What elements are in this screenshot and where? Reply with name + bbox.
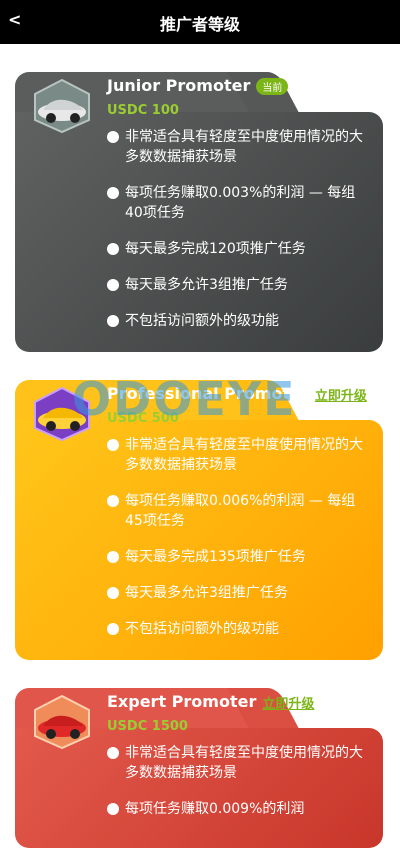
feature-item: 非常适合具有轻度至中度使用情况的大多数数据捕获场景 — [107, 127, 369, 167]
car-badge-icon — [34, 78, 90, 134]
level-card-junior: Junior Promoter 当前 USDC 100 非常适合具有轻度至中度使用… — [15, 72, 383, 352]
current-badge: 当前 — [256, 78, 289, 95]
level-card-professional: Professional Promoter 立即升级 USDC 500 非常适合具… — [15, 380, 383, 660]
top-bar: < 推广者等级 — [0, 0, 400, 44]
feature-item: 每天最多允许3组推广任务 — [107, 275, 369, 295]
upgrade-link[interactable]: 立即升级 — [262, 697, 314, 712]
level-price: USDC 500 — [107, 411, 179, 426]
feature-item: 不包括访问额外的级功能 — [107, 311, 369, 331]
feature-list: 非常适合具有轻度至中度使用情况的大多数数据捕获场景 每项任务赚取0.006%的利… — [107, 435, 369, 655]
feature-item: 不包括访问额外的级功能 — [107, 619, 369, 639]
page-title: 推广者等级 — [159, 15, 240, 34]
feature-item: 每项任务赚取0.006%的利润 — 每组45项任务 — [107, 491, 369, 531]
feature-item: 非常适合具有轻度至中度使用情况的大多数数据捕获场景 — [107, 743, 369, 783]
car-badge-icon — [34, 386, 90, 442]
feature-list: 非常适合具有轻度至中度使用情况的大多数数据捕获场景 每项任务赚取0.009%的利… — [107, 743, 369, 835]
level-name: Professional Promoter 立即升级 — [107, 384, 367, 404]
level-price: USDC 100 — [107, 103, 179, 118]
upgrade-link[interactable]: 立即升级 — [315, 389, 367, 404]
feature-item: 非常适合具有轻度至中度使用情况的大多数数据捕获场景 — [107, 435, 369, 475]
feature-item: 每天最多完成120项推广任务 — [107, 239, 369, 259]
feature-item: 每天最多允许3组推广任务 — [107, 583, 369, 603]
feature-item: 每项任务赚取0.009%的利润 — [107, 799, 369, 819]
feature-item: 每项任务赚取0.003%的利润 — 每组40项任务 — [107, 183, 369, 223]
feature-item: 每天最多完成135项推广任务 — [107, 547, 369, 567]
level-name: Junior Promoter 当前 — [107, 76, 289, 95]
level-name: Expert Promoter 立即升级 — [107, 692, 314, 712]
level-name-text: Junior Promoter — [107, 76, 251, 95]
level-card-expert: Expert Promoter 立即升级 USDC 1500 非常适合具有轻度至中… — [15, 688, 383, 848]
level-name-text: Expert Promoter — [107, 692, 257, 711]
feature-list: 非常适合具有轻度至中度使用情况的大多数数据捕获场景 每项任务赚取0.003%的利… — [107, 127, 369, 347]
car-badge-icon — [34, 694, 90, 750]
level-name-text: Professional Promoter — [107, 384, 309, 403]
level-price: USDC 1500 — [107, 719, 188, 734]
